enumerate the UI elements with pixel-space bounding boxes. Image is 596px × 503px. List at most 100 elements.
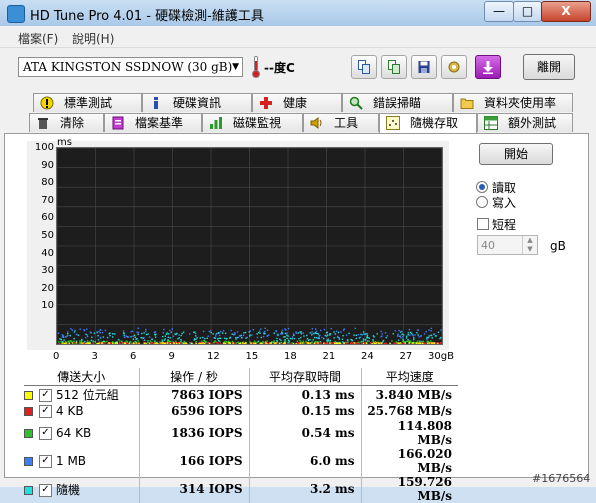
write-radio[interactable] [476, 196, 488, 208]
download-button[interactable] [475, 55, 501, 79]
tab-tools[interactable]: 工具 [303, 113, 379, 132]
data-point [320, 342, 321, 343]
data-point [424, 343, 425, 344]
data-point [145, 343, 146, 344]
window-title: HD Tune Pro 4.01 - 硬碟檢測-維護工具 [30, 5, 264, 24]
options-button[interactable] [441, 55, 467, 79]
tab-extra-tests[interactable]: 額外測試 [477, 113, 573, 132]
tab-info[interactable]: 硬碟資訊 [142, 93, 252, 112]
data-point [293, 343, 294, 344]
short-stroke-label: 短程 [492, 216, 516, 233]
data-point [165, 335, 166, 336]
data-point [151, 339, 152, 340]
data-point [371, 343, 372, 344]
tab-extra-tests-label: 額外測試 [508, 114, 556, 132]
data-point [133, 343, 134, 344]
data-point [62, 343, 63, 344]
speed-value: 166.020 MB/s [361, 447, 458, 475]
results-table: 傳送大小 操作 / 秒 平均存取時間 平均速度 ✓512 位元組7863 IOP… [24, 368, 458, 503]
data-point [438, 332, 439, 333]
data-point [138, 332, 139, 333]
menu-file[interactable]: 檔案(F) [18, 30, 58, 47]
tab-file-benchmark[interactable]: 檔案基準 [104, 113, 202, 132]
tab-error-scan[interactable]: 錯誤掃瞄 [342, 93, 453, 112]
data-point [240, 343, 241, 344]
tab-benchmark[interactable]: 標準測試 [33, 93, 142, 112]
data-point [408, 332, 409, 333]
copy-screenshot-button[interactable] [381, 55, 407, 79]
data-point [315, 328, 316, 329]
save-button[interactable] [411, 55, 437, 79]
drive-select[interactable]: ATA KINGSTON SSDNOW (30 gB) ▼ [18, 57, 243, 77]
tab-error-scan-label: 錯誤掃瞄 [373, 94, 421, 112]
data-point [387, 335, 388, 336]
data-point [342, 335, 343, 336]
menu-help[interactable]: 說明(H) [72, 30, 114, 47]
title-bar[interactable]: HD Tune Pro 4.01 - 硬碟檢測-維護工具 — □ X [0, 0, 596, 26]
copy-info-button[interactable] [351, 55, 377, 79]
data-point [271, 343, 272, 344]
short-stroke-checkbox[interactable] [477, 218, 489, 230]
data-point [135, 337, 136, 338]
series-checkbox[interactable]: ✓ [39, 455, 52, 468]
data-point [204, 340, 205, 341]
data-point [417, 340, 418, 341]
short-stroke-stepper[interactable]: 40 ▲▼ [477, 235, 538, 255]
data-point [216, 342, 217, 343]
data-point [316, 331, 317, 332]
data-point [163, 329, 164, 330]
read-radio[interactable] [476, 181, 488, 193]
y-tick-label: 70 [32, 195, 54, 206]
exit-button[interactable]: 離開 [523, 54, 575, 80]
data-point [132, 336, 133, 337]
data-point [195, 335, 196, 336]
tab-health[interactable]: 健康 [252, 93, 342, 112]
data-point [260, 343, 261, 344]
y-tick-label: 40 [32, 248, 54, 259]
data-point [65, 336, 66, 337]
data-point [99, 332, 100, 333]
tab-folder-usage[interactable]: 資料夾使用率 [453, 93, 573, 112]
series-checkbox[interactable]: ✓ [39, 405, 52, 418]
series-checkbox[interactable]: ✓ [39, 484, 52, 497]
data-point [76, 341, 77, 342]
data-point [389, 343, 390, 344]
data-point [373, 340, 374, 341]
data-point [401, 343, 402, 344]
data-point [123, 332, 124, 333]
data-point [98, 339, 99, 340]
data-point [254, 341, 255, 342]
minimize-button[interactable]: — [484, 1, 514, 22]
tab-random-access[interactable]: 隨機存取 [379, 113, 477, 134]
data-point [296, 332, 297, 333]
data-point [430, 340, 431, 341]
tab-erase[interactable]: 清除 [29, 113, 104, 132]
data-point [186, 343, 187, 344]
data-point [81, 342, 82, 343]
data-point [226, 338, 227, 339]
data-point [283, 343, 284, 344]
data-point [289, 343, 290, 344]
data-point [407, 339, 408, 340]
data-point [311, 334, 312, 335]
data-point [141, 333, 142, 334]
tab-benchmark-label: 標準測試 [64, 94, 112, 112]
data-point [351, 339, 352, 340]
series-checkbox[interactable]: ✓ [39, 389, 52, 402]
data-point [78, 335, 79, 336]
close-button[interactable]: X [541, 1, 591, 22]
tab-disk-monitor[interactable]: 磁碟監視 [202, 113, 303, 132]
stepper-arrows-icon[interactable]: ▲▼ [522, 236, 537, 254]
maximize-button[interactable]: □ [513, 1, 542, 22]
series-checkbox[interactable]: ✓ [39, 427, 52, 440]
data-point [414, 334, 415, 335]
start-button[interactable]: 開始 [479, 143, 553, 165]
data-point [339, 337, 340, 338]
data-point [265, 341, 266, 342]
data-point [399, 343, 400, 344]
data-point [276, 331, 277, 332]
data-point [72, 330, 73, 331]
chevron-down-icon: ▼ [232, 58, 239, 77]
data-point [336, 343, 337, 344]
data-point [427, 343, 428, 344]
